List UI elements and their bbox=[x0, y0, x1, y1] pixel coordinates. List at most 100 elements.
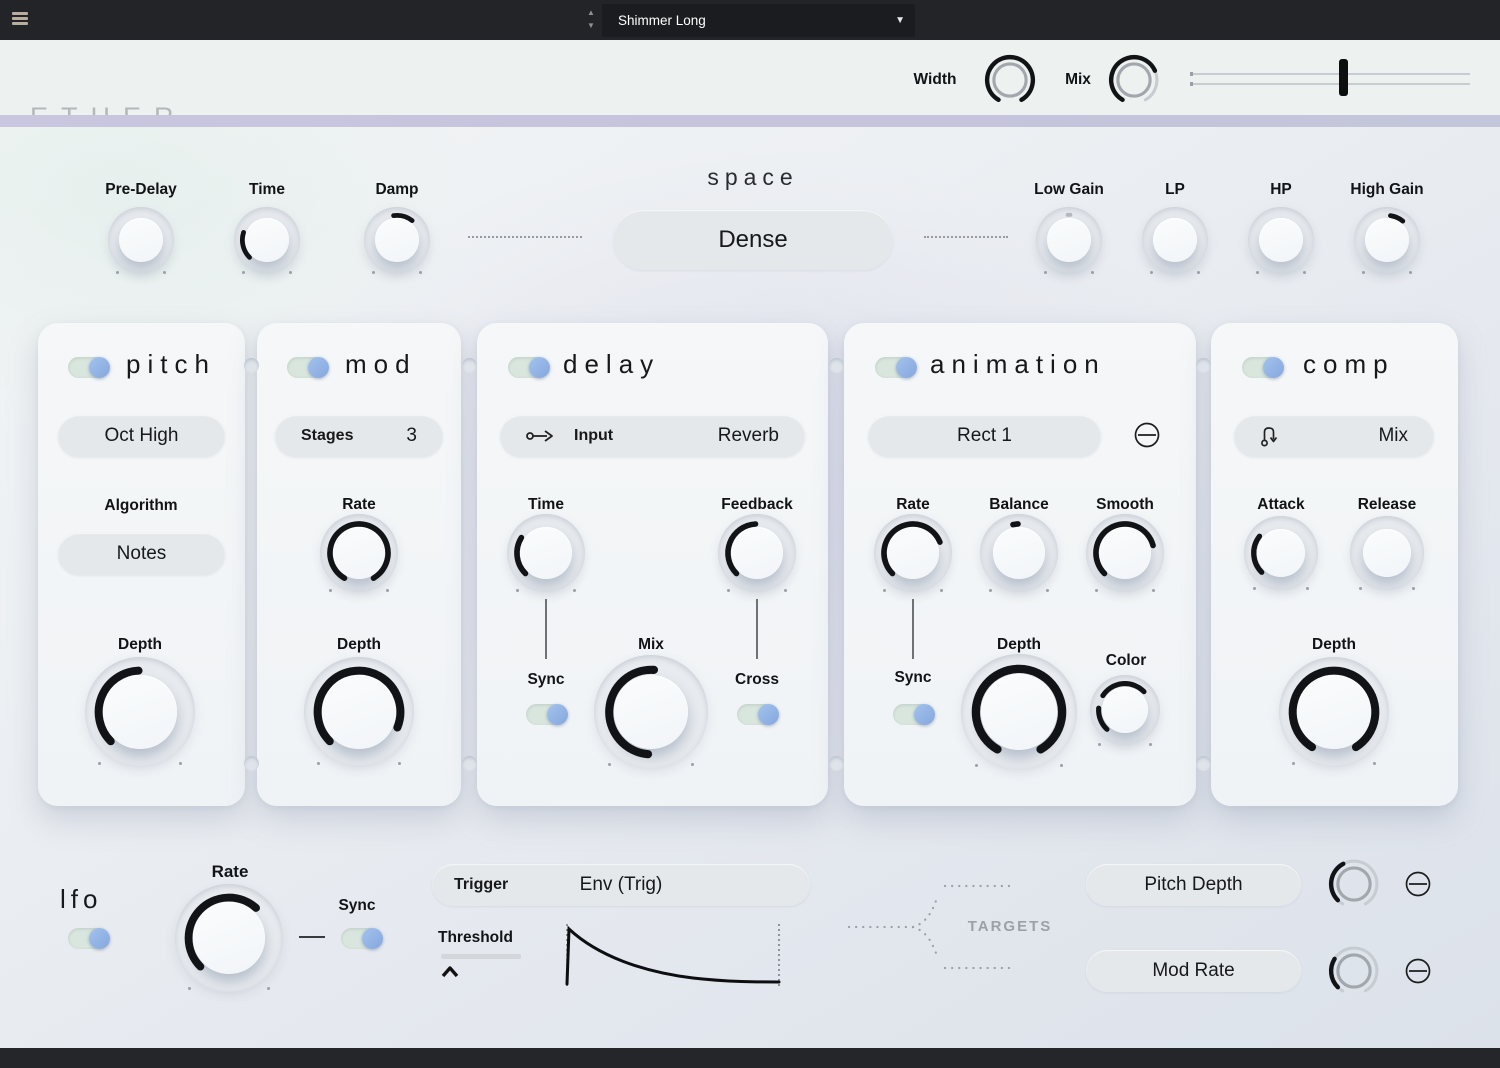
preset-morph-slider[interactable] bbox=[1190, 59, 1470, 96]
pitch-mode-selector[interactable]: Oct High bbox=[58, 415, 225, 457]
chevron-up-icon bbox=[441, 965, 459, 978]
comp-depth-label: Depth bbox=[1274, 636, 1394, 654]
attack-knob[interactable] bbox=[1250, 522, 1312, 584]
rate-sync-connector bbox=[912, 599, 914, 659]
spinner-up-icon[interactable]: ▲ bbox=[584, 6, 598, 19]
comp-mode-selector[interactable]: Mix bbox=[1234, 415, 1434, 457]
pre-delay-knob[interactable] bbox=[113, 212, 169, 268]
lfo-rate-knob[interactable] bbox=[183, 892, 275, 984]
cross-toggle[interactable] bbox=[737, 704, 777, 725]
threshold-handle[interactable] bbox=[441, 965, 459, 978]
algorithm-label: Algorithm bbox=[81, 497, 201, 515]
anim-sync-toggle[interactable] bbox=[893, 704, 933, 725]
target-mod-amount-knob[interactable] bbox=[1328, 945, 1380, 997]
envelope-display bbox=[558, 920, 788, 990]
accent-strip bbox=[0, 115, 1500, 127]
color-knob[interactable] bbox=[1095, 680, 1155, 740]
low-gain-knob[interactable] bbox=[1041, 212, 1097, 268]
feedback-knob[interactable] bbox=[724, 520, 790, 586]
anim-depth-knob[interactable] bbox=[970, 663, 1068, 761]
pitch-depth-knob[interactable] bbox=[93, 665, 187, 759]
delay-sync-toggle[interactable] bbox=[526, 704, 566, 725]
animation-enable-toggle[interactable] bbox=[875, 357, 915, 378]
space-title: space bbox=[653, 164, 853, 191]
anim-rate-label: Rate bbox=[853, 496, 973, 514]
lfo-sync-toggle[interactable] bbox=[341, 928, 381, 949]
pitch-enable-toggle[interactable] bbox=[68, 357, 108, 378]
connector-dots-left bbox=[468, 236, 582, 238]
mod-stages-selector[interactable]: Stages 3 bbox=[275, 415, 443, 457]
time-label: Time bbox=[207, 181, 327, 199]
trigger-value: Env (Trig) bbox=[580, 874, 663, 896]
lfo-sync-connector bbox=[299, 936, 325, 938]
smooth-knob[interactable] bbox=[1092, 520, 1158, 586]
anim-rate-knob[interactable] bbox=[880, 520, 946, 586]
time-knob[interactable] bbox=[239, 212, 295, 268]
lfo-title: lfo bbox=[60, 884, 102, 915]
signal-route-icon bbox=[526, 428, 556, 444]
target-slot-mod-rate[interactable]: Mod Rate bbox=[1086, 950, 1301, 992]
comp-enable-toggle[interactable] bbox=[1242, 357, 1282, 378]
lfo-enable-toggle[interactable] bbox=[68, 928, 108, 949]
mix-label: Mix bbox=[1058, 71, 1098, 89]
spinner-down-icon[interactable]: ▼ bbox=[584, 19, 598, 32]
balance-label: Balance bbox=[959, 496, 1079, 514]
panel-notch bbox=[244, 358, 259, 373]
panel-notch bbox=[244, 756, 259, 771]
width-knob[interactable] bbox=[984, 54, 1036, 106]
delay-mix-label: Mix bbox=[591, 636, 711, 654]
menu-icon[interactable] bbox=[12, 12, 32, 28]
mod-rate-knob[interactable] bbox=[326, 520, 392, 586]
width-label: Width bbox=[905, 71, 965, 89]
mod-depth-knob[interactable] bbox=[312, 665, 406, 759]
low-gain-label: Low Gain bbox=[1009, 181, 1129, 199]
high-gain-knob[interactable] bbox=[1359, 212, 1415, 268]
panel-notch bbox=[462, 358, 477, 373]
slider-handle[interactable] bbox=[1339, 59, 1348, 96]
trigger-selector[interactable]: Trigger Env (Trig) bbox=[432, 864, 810, 906]
threshold-track[interactable] bbox=[441, 954, 521, 959]
pre-delay-label: Pre-Delay bbox=[81, 181, 201, 199]
panel-notch bbox=[462, 756, 477, 771]
delay-time-knob[interactable] bbox=[513, 520, 579, 586]
damp-knob[interactable] bbox=[369, 212, 425, 268]
attack-label: Attack bbox=[1221, 496, 1341, 514]
target-mod-remove-button[interactable] bbox=[1404, 957, 1432, 985]
feedback-cross-connector bbox=[756, 599, 758, 659]
input-value: Reverb bbox=[718, 425, 779, 447]
stages-value: 3 bbox=[406, 425, 417, 447]
preset-selector[interactable]: Shimmer Long ▼ bbox=[602, 4, 915, 37]
mix-knob[interactable] bbox=[1108, 54, 1160, 106]
mod-enable-toggle[interactable] bbox=[287, 357, 327, 378]
feedback-label: Feedback bbox=[697, 496, 817, 514]
hp-label: HP bbox=[1221, 181, 1341, 199]
sidechain-route-icon bbox=[1260, 425, 1280, 447]
target-slot-pitch-depth[interactable]: Pitch Depth bbox=[1086, 864, 1301, 906]
comp-depth-knob[interactable] bbox=[1287, 665, 1381, 759]
lfo-sync-label: Sync bbox=[297, 897, 417, 915]
mod-title: mod bbox=[345, 349, 417, 380]
comp-mode-value: Mix bbox=[1378, 425, 1408, 447]
delay-mix-knob[interactable] bbox=[603, 664, 699, 760]
stages-label: Stages bbox=[301, 427, 353, 445]
target-pitch-amount-knob[interactable] bbox=[1328, 858, 1380, 910]
target-pitch-remove-button[interactable] bbox=[1404, 870, 1432, 898]
mod-rate-label: Rate bbox=[299, 496, 419, 514]
lp-knob[interactable] bbox=[1147, 212, 1203, 268]
input-label: Input bbox=[574, 427, 613, 445]
mod-depth-label: Depth bbox=[299, 636, 419, 654]
animation-shape-selector[interactable]: Rect 1 bbox=[868, 415, 1101, 457]
delay-enable-toggle[interactable] bbox=[508, 357, 548, 378]
preset-spinner[interactable]: ▲▼ bbox=[584, 6, 598, 34]
space-selector[interactable]: Dense bbox=[613, 210, 893, 270]
targets-label: TARGETS bbox=[950, 918, 1070, 935]
release-knob[interactable] bbox=[1356, 522, 1418, 584]
release-label: Release bbox=[1327, 496, 1447, 514]
animation-remove-button[interactable] bbox=[1133, 421, 1161, 449]
hp-knob[interactable] bbox=[1253, 212, 1309, 268]
circle-minus-icon bbox=[1404, 957, 1432, 985]
balance-knob[interactable] bbox=[986, 520, 1052, 586]
pitch-algorithm-selector[interactable]: Notes bbox=[58, 533, 225, 575]
lfo-rate-label: Rate bbox=[170, 862, 290, 882]
delay-input-selector[interactable]: Input Reverb bbox=[500, 415, 805, 457]
